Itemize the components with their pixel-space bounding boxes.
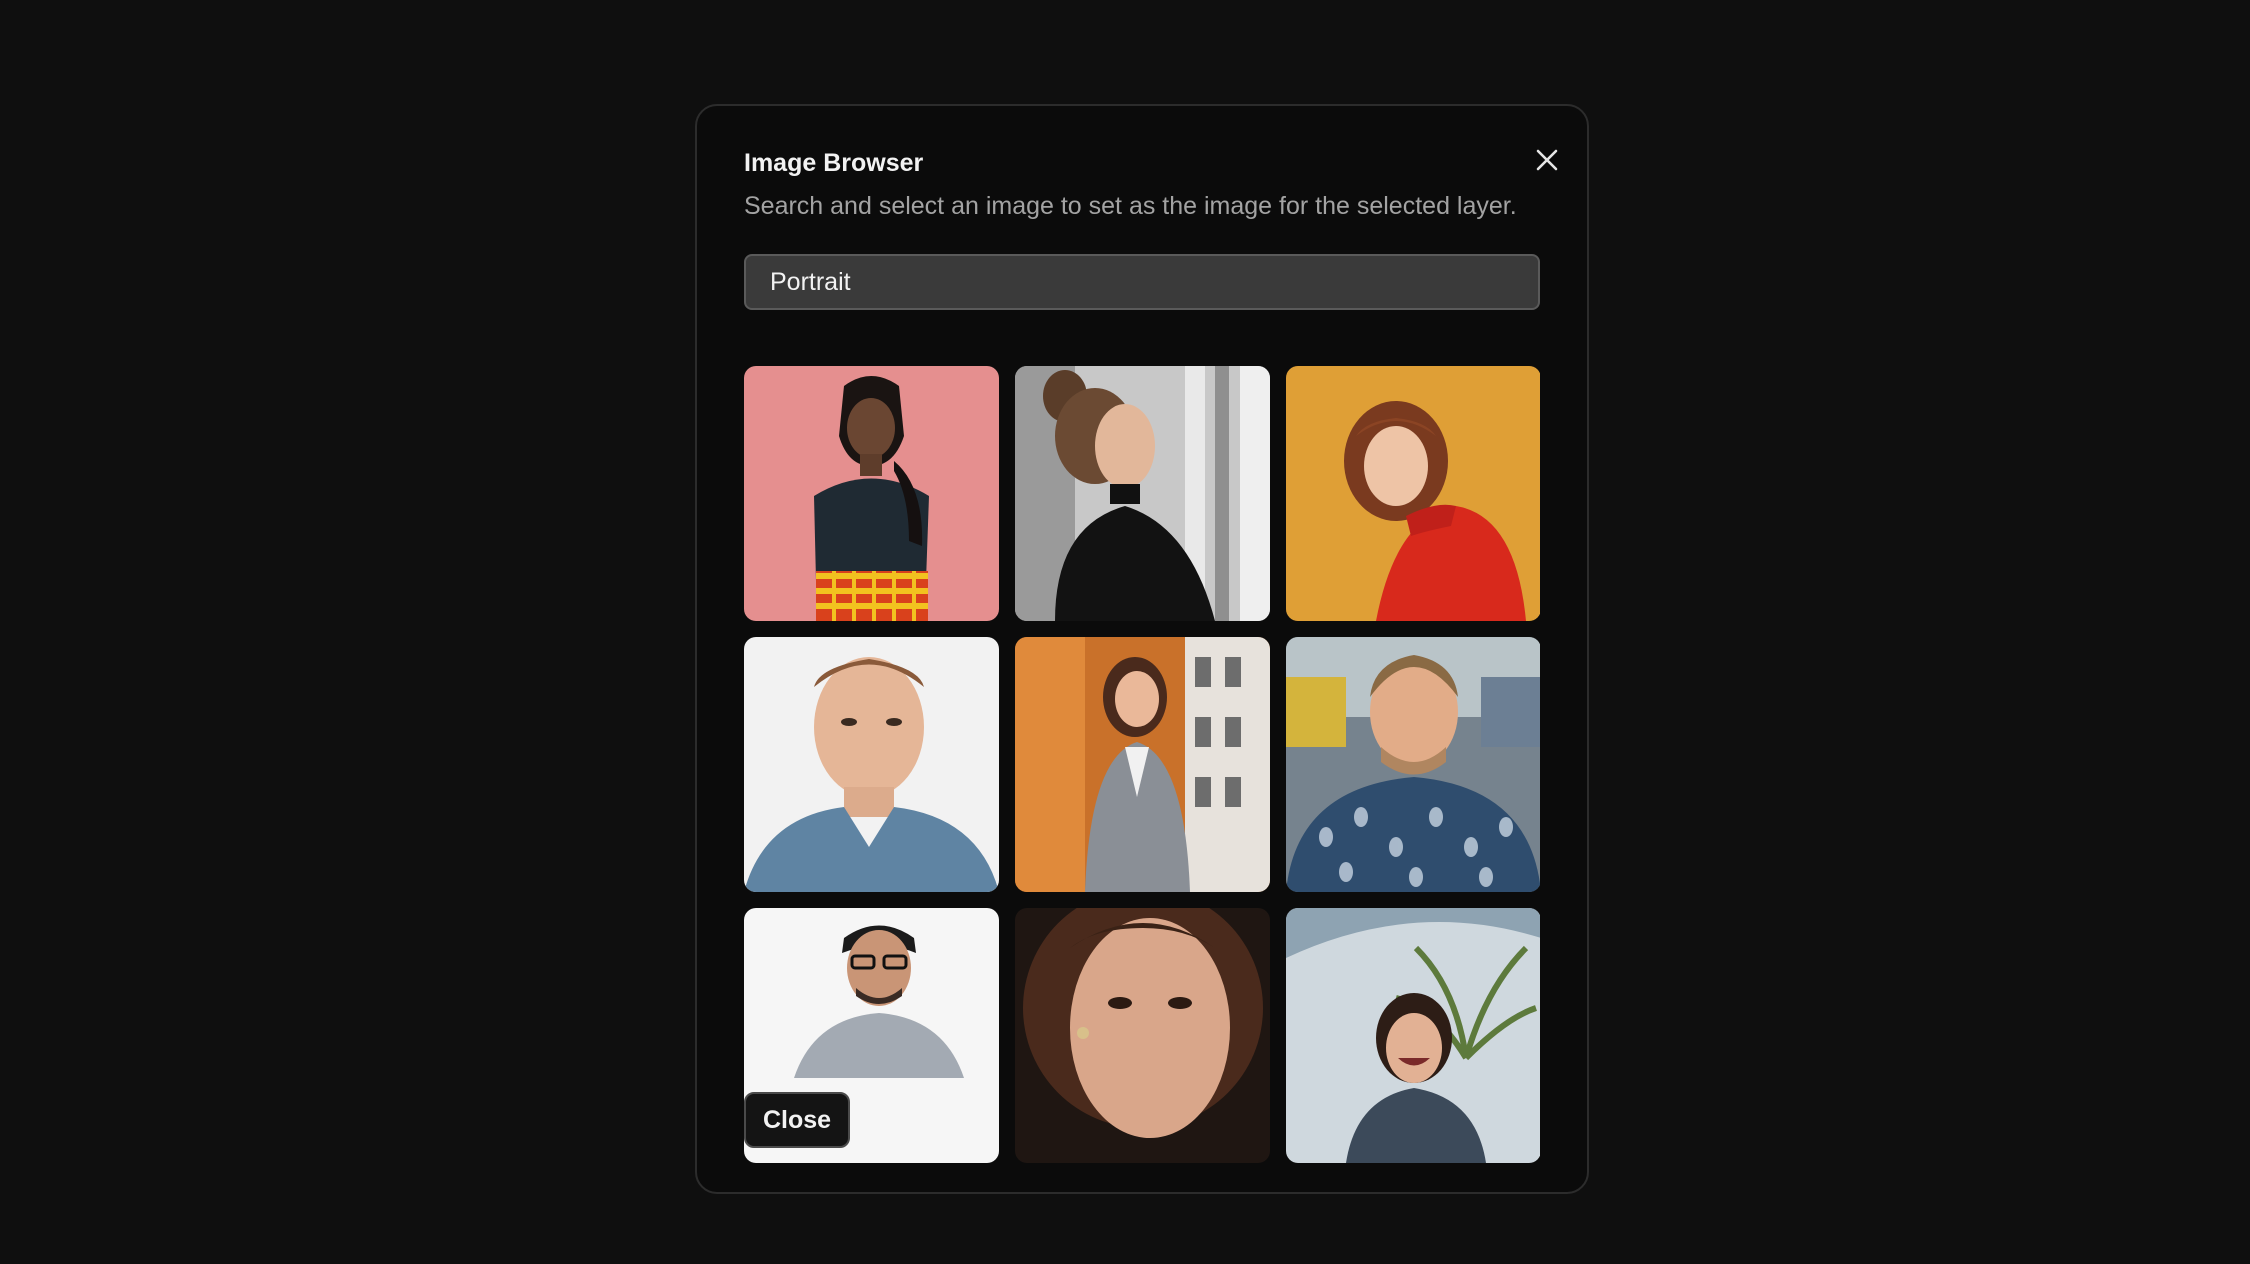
image-browser-dialog: Image Browser Search and select an image…: [695, 104, 1589, 1194]
dialog-description: Search and select an image to set as the…: [744, 192, 1517, 220]
image-tile-4[interactable]: [744, 637, 999, 892]
image-grid: [744, 366, 1540, 1163]
image-tile-1[interactable]: [744, 366, 999, 621]
search-input[interactable]: [744, 254, 1540, 310]
close-icon[interactable]: [1527, 140, 1567, 180]
image-tile-3[interactable]: [1286, 366, 1540, 621]
image-grid-scroll[interactable]: [744, 366, 1540, 1163]
image-tile-9[interactable]: [1286, 908, 1540, 1163]
dialog-title: Image Browser: [744, 149, 924, 177]
image-tile-5[interactable]: [1015, 637, 1270, 892]
image-tile-8[interactable]: [1015, 908, 1270, 1163]
image-tile-6[interactable]: [1286, 637, 1540, 892]
close-button[interactable]: Close: [744, 1092, 851, 1148]
image-tile-2[interactable]: [1015, 366, 1270, 621]
